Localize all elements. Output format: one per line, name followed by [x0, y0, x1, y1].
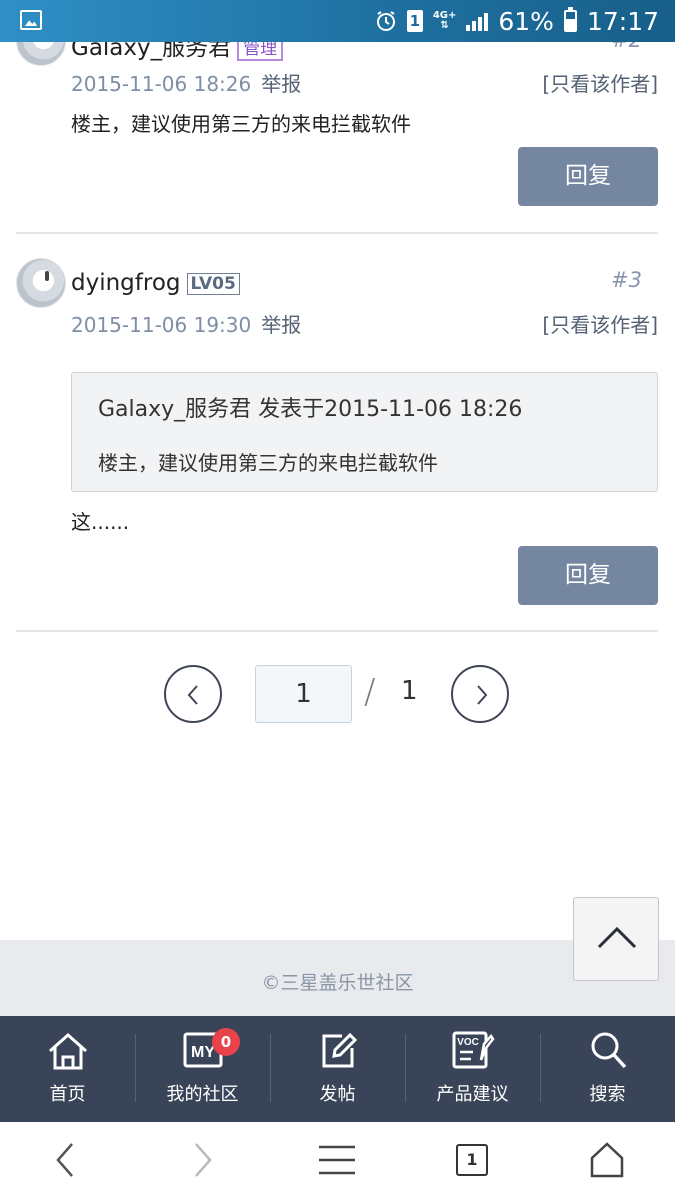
browser-back-button[interactable] [52, 1142, 80, 1182]
only-author-link[interactable]: [只看该作者] [542, 68, 658, 97]
edit-icon [322, 1032, 357, 1068]
total-pages: 1 [401, 676, 418, 706]
clock: 17:17 [586, 6, 659, 36]
only-author-link[interactable]: [只看该作者] [542, 309, 658, 338]
search-icon [591, 1032, 626, 1069]
svg-text:VOC: VOC [457, 1037, 479, 1048]
tab-search[interactable]: 搜索 [540, 1016, 675, 1122]
browser-tabs-button[interactable]: 1 [456, 1144, 488, 1176]
alarm-icon [376, 11, 395, 31]
post-time: 2015-11-06 19:30 [71, 313, 252, 337]
signal-icon [466, 11, 489, 31]
bottom-tab-bar: 首页 MY 0 我的社区 发帖 VOC 产品建议 搜索 [0, 1016, 675, 1122]
quote-block: Galaxy_服务君 发表于2015-11-06 18:26 楼主，建议使用第三… [71, 372, 658, 492]
tab-label: 产品建议 [436, 1084, 509, 1105]
next-page-button[interactable] [451, 665, 509, 723]
chevron-left-icon [187, 685, 198, 705]
post-meta: 2015-11-06 18:26 举报 [71, 68, 301, 97]
chevron-right-icon [477, 685, 488, 705]
level-badge: LV05 [186, 272, 240, 295]
pagination: 1 / 1 [0, 664, 675, 724]
page-separator: / [364, 672, 376, 712]
tab-label: 我的社区 [166, 1084, 239, 1105]
report-link[interactable]: 举报 [261, 72, 301, 96]
home-icon [48, 1032, 87, 1070]
voc-icon: VOC [452, 1031, 495, 1069]
avatar[interactable] [16, 258, 66, 308]
browser-home-button[interactable] [590, 1142, 624, 1182]
chevron-up-icon [597, 926, 637, 949]
browser-menu-button[interactable] [318, 1144, 356, 1180]
status-bar: 1 4G+ ⇅ 61% 17:17 [0, 0, 675, 42]
tab-label: 首页 [49, 1084, 86, 1105]
post-content: 这...... [71, 510, 130, 534]
quote-body: 楼主，建议使用第三方的来电拦截软件 [98, 451, 438, 475]
tab-label: 发帖 [319, 1084, 356, 1105]
browser-toolbar: 1 [0, 1122, 675, 1200]
floor-number: #3 [611, 268, 642, 292]
reply-button[interactable]: 回复 [518, 546, 658, 605]
back-to-top-button[interactable] [573, 897, 659, 981]
tab-my-community[interactable]: MY 0 我的社区 [135, 1016, 270, 1122]
battery-percent: 61% [498, 6, 554, 36]
report-link[interactable]: 举报 [261, 313, 301, 337]
quote-header: Galaxy_服务君 发表于2015-11-06 18:26 [98, 397, 523, 422]
chevron-left-icon [56, 1143, 73, 1177]
divider [16, 232, 658, 234]
home-icon [590, 1142, 624, 1178]
post-username[interactable]: dyingfrog LV05 [71, 270, 240, 296]
network-type: 4G+ ⇅ [432, 10, 457, 31]
prev-page-button[interactable] [164, 665, 222, 723]
notification-badge: 0 [212, 1028, 240, 1056]
tab-label: 搜索 [589, 1084, 626, 1105]
svg-text:MY: MY [191, 1044, 215, 1061]
page-number-input[interactable]: 1 [255, 665, 352, 723]
tab-home[interactable]: 首页 [0, 1016, 135, 1122]
battery-icon [563, 7, 577, 32]
tab-new-post[interactable]: 发帖 [270, 1016, 405, 1122]
post-content: 楼主，建议使用第三方的来电拦截软件 [71, 112, 411, 136]
browser-forward-button[interactable] [188, 1142, 216, 1182]
chevron-right-icon [195, 1143, 212, 1177]
reply-button[interactable]: 回复 [518, 147, 658, 206]
post-meta: 2015-11-06 19:30 举报 [71, 309, 301, 338]
divider [16, 630, 658, 632]
tab-product-suggestion[interactable]: VOC 产品建议 [405, 1016, 540, 1122]
menu-icon [319, 1145, 355, 1175]
gallery-notification-icon [20, 10, 42, 30]
sim-slot-icon: 1 [406, 10, 423, 32]
post-time: 2015-11-06 18:26 [71, 72, 252, 96]
